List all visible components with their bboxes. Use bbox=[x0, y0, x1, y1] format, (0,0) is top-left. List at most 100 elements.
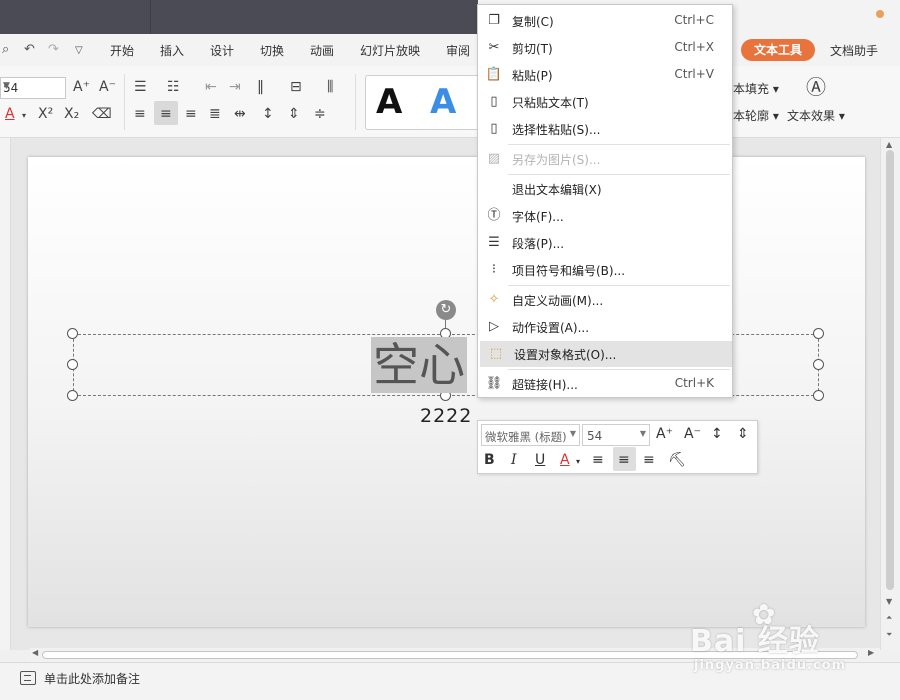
menu-item-cut[interactable]: ✂ 剪切(T) Ctrl+X bbox=[478, 35, 732, 61]
menu-item-paste-special[interactable]: ▯ 选择性粘贴(S)... bbox=[478, 116, 732, 142]
rotate-icon[interactable]: ↻ bbox=[436, 300, 456, 320]
tab-document-helper[interactable]: 文档助手 bbox=[830, 42, 878, 59]
notification-dot-icon[interactable] bbox=[876, 10, 884, 18]
align-left-icon[interactable]: ≡ bbox=[134, 106, 146, 122]
font-color-icon[interactable]: A bbox=[5, 106, 15, 122]
vertical-scroll-thumb[interactable] bbox=[886, 150, 894, 590]
style-blue-a[interactable]: A bbox=[430, 82, 456, 122]
chevron-down-icon: ▼ bbox=[3, 81, 10, 91]
decrease-font-icon[interactable]: A⁻ bbox=[99, 79, 116, 95]
columns-icon[interactable]: ⫼ bbox=[327, 79, 333, 95]
menu-item-action-settings[interactable]: ▷ 动作设置(A)... bbox=[478, 314, 732, 340]
tab-design[interactable]: 设计 bbox=[210, 42, 234, 59]
menu-item-format-object[interactable]: ⬚ 设置对象格式(O)... bbox=[480, 341, 732, 367]
resize-handle[interactable] bbox=[67, 390, 78, 401]
increase-indent-icon[interactable]: ⇥ bbox=[229, 79, 241, 95]
redo-icon[interactable]: ↷ bbox=[48, 42, 59, 57]
decrease-indent-icon[interactable]: ⇤ bbox=[205, 79, 217, 95]
style-black-a[interactable]: A bbox=[376, 82, 402, 122]
watermark-url: jingyan.baidu.com bbox=[694, 658, 847, 673]
line-spacing-icon[interactable]: ↕ bbox=[262, 106, 274, 122]
vertical-scrollbar[interactable]: ▲ ▼ ⏶ ⏷ bbox=[880, 138, 900, 650]
text-outline-button[interactable]: 本轮廓 ▾ bbox=[733, 107, 779, 124]
menu-item-paragraph[interactable]: ☰ 段落(P)... bbox=[478, 230, 732, 256]
selected-title-text[interactable]: 空心 bbox=[371, 337, 467, 393]
tab-animation[interactable]: 动画 bbox=[310, 42, 334, 59]
font-size-select[interactable]: 54 ▼ bbox=[0, 77, 66, 99]
chevron-down-icon: ▼ bbox=[569, 429, 576, 438]
clear-format-icon[interactable]: ⌫ bbox=[92, 106, 112, 122]
bold-icon[interactable]: B bbox=[484, 451, 495, 469]
subscript-icon[interactable]: X₂ bbox=[64, 106, 79, 122]
text-fill-button[interactable]: 本填充 ▾ bbox=[733, 80, 779, 97]
increase-font-icon[interactable]: A⁺ bbox=[656, 425, 673, 443]
superscript-icon[interactable]: X² bbox=[38, 106, 53, 122]
customize-icon[interactable]: ▽ bbox=[75, 45, 83, 56]
numbering-icon[interactable]: ☷ bbox=[167, 79, 180, 95]
tab-insert[interactable]: 插入 bbox=[160, 42, 184, 59]
format-painter-icon[interactable]: ⛏ bbox=[668, 451, 686, 469]
chevron-down-icon: ▼ bbox=[639, 429, 646, 438]
watermark-logo-text: Bai 经验 bbox=[690, 624, 820, 659]
text-style-gallery[interactable]: A A bbox=[365, 75, 480, 130]
resize-handle[interactable] bbox=[813, 328, 824, 339]
menu-item-exit-text-edit[interactable]: 退出文本编辑(X) bbox=[478, 176, 732, 202]
text-effect-icon[interactable]: Ⓐ bbox=[806, 77, 826, 97]
menu-item-hyperlink[interactable]: ⛓ 超链接(H)... Ctrl+K bbox=[478, 371, 732, 397]
align-text-icon[interactable]: ⊟ bbox=[290, 79, 302, 95]
align-center-icon[interactable]: ≡ bbox=[160, 106, 172, 122]
tab-home[interactable]: 开始 bbox=[110, 42, 134, 59]
mini-font-name-select[interactable]: 微软雅黑 (标题) ▼ bbox=[481, 424, 580, 446]
undo-icon[interactable]: ↶ bbox=[24, 42, 35, 57]
mini-font-size-select[interactable]: 54 ▼ bbox=[582, 424, 650, 446]
spacing-options-icon[interactable]: ≑ bbox=[314, 106, 326, 122]
align-left-icon[interactable]: ≡ bbox=[592, 451, 604, 469]
chevron-down-icon[interactable]: ▾ bbox=[22, 108, 26, 124]
italic-icon[interactable]: I bbox=[511, 451, 517, 469]
paragraph-spacing-icon[interactable]: ⇕ bbox=[737, 425, 749, 443]
menu-item-copy[interactable]: ❐ 复制(C) Ctrl+C bbox=[478, 8, 732, 34]
scroll-right-icon[interactable]: ▶ bbox=[868, 648, 874, 657]
resize-handle[interactable] bbox=[67, 328, 78, 339]
line-spacing-icon[interactable]: ↕ bbox=[711, 425, 723, 443]
align-right-icon[interactable]: ≡ bbox=[185, 106, 197, 122]
underline-icon[interactable]: U bbox=[535, 451, 545, 469]
bullets-icon[interactable]: ☰ bbox=[134, 79, 147, 95]
text-direction-icon[interactable]: ‖ bbox=[257, 79, 264, 95]
paste-icon: 📋 bbox=[485, 67, 503, 82]
paragraph-spacing-icon[interactable]: ⇕ bbox=[288, 106, 300, 122]
text-effect-button[interactable]: 文本效果 ▾ bbox=[787, 107, 845, 124]
slide-panel-edge[interactable] bbox=[0, 138, 11, 650]
resize-handle[interactable] bbox=[67, 359, 78, 370]
menu-item-paste-text-only[interactable]: ▯ 只粘贴文本(T) bbox=[478, 89, 732, 115]
menu-item-bullets-numbering[interactable]: ⁝ 项目符号和编号(B)... bbox=[478, 257, 732, 283]
next-slide-icon[interactable]: ⏷ bbox=[886, 630, 892, 640]
resize-handle[interactable] bbox=[813, 390, 824, 401]
align-right-icon[interactable]: ≡ bbox=[643, 451, 655, 469]
scroll-left-icon[interactable]: ◀ bbox=[32, 648, 38, 657]
slide-subtitle-text[interactable]: 2222 bbox=[420, 405, 472, 427]
scroll-down-icon[interactable]: ▼ bbox=[886, 597, 892, 606]
align-center-icon[interactable]: ≡ bbox=[618, 451, 630, 469]
bullets-icon: ⁝ bbox=[491, 262, 497, 277]
menu-separator bbox=[508, 174, 730, 175]
ribbon-panel: 54 ▼ A⁺ A⁻ A ▾ X² X₂ ⌫ ☰ ☷ ⇤ ⇥ ‖ ⊟ ⫼ ≡ ≡… bbox=[0, 66, 900, 138]
notes-placeholder[interactable]: 单击此处添加备注 bbox=[44, 670, 140, 687]
justify-icon[interactable]: ≣ bbox=[209, 106, 221, 122]
font-color-icon[interactable]: A bbox=[560, 451, 570, 469]
tab-transition[interactable]: 切换 bbox=[260, 42, 284, 59]
scroll-up-icon[interactable]: ▲ bbox=[886, 140, 892, 149]
search-icon[interactable]: ⌕ bbox=[2, 42, 9, 57]
chevron-down-icon[interactable]: ▾ bbox=[576, 453, 580, 471]
increase-font-icon[interactable]: A⁺ bbox=[73, 79, 90, 95]
menu-item-custom-animation[interactable]: ✧ 自定义动画(M)... bbox=[478, 287, 732, 313]
menu-item-font[interactable]: Ⓣ 字体(F)... bbox=[478, 203, 732, 229]
tab-review[interactable]: 审阅 bbox=[446, 42, 470, 59]
resize-handle[interactable] bbox=[813, 359, 824, 370]
menu-item-paste[interactable]: 📋 粘贴(P) Ctrl+V bbox=[478, 62, 732, 88]
decrease-font-icon[interactable]: A⁻ bbox=[684, 425, 701, 443]
distribute-icon[interactable]: ⇹ bbox=[234, 106, 246, 122]
tab-text-tools[interactable]: 文本工具 bbox=[741, 39, 815, 61]
tab-slideshow[interactable]: 幻灯片放映 bbox=[360, 42, 420, 59]
prev-slide-icon[interactable]: ⏶ bbox=[886, 613, 892, 623]
